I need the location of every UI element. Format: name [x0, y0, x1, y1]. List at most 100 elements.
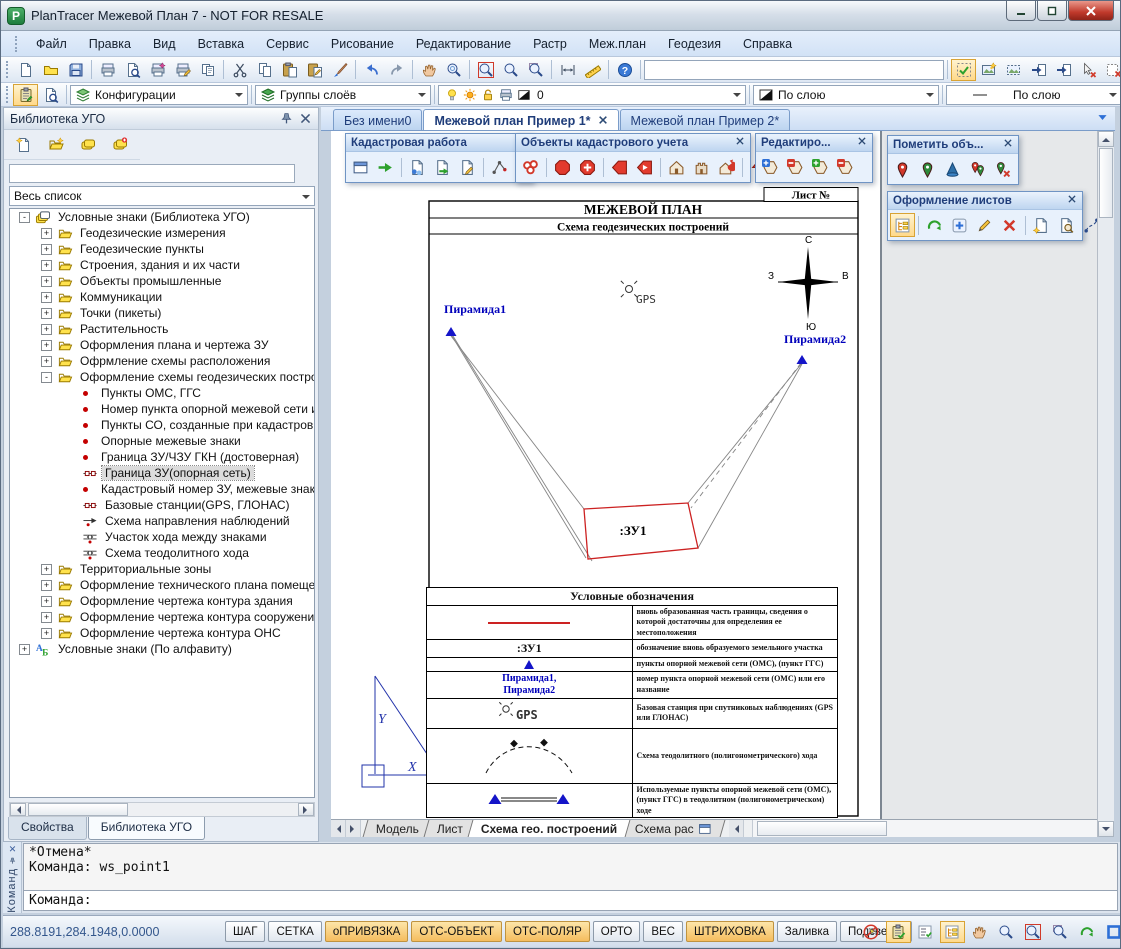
- tree-expander[interactable]: +: [41, 292, 52, 303]
- sheet-add-button[interactable]: [947, 213, 972, 237]
- document-tab[interactable]: Межевой план Пример 1*: [423, 109, 618, 130]
- pin-icon[interactable]: [7, 857, 18, 865]
- construction-button[interactable]: [689, 155, 714, 179]
- document-tab[interactable]: Межевой план Пример 2*: [620, 109, 791, 130]
- menu-item-файл[interactable]: Файл: [25, 32, 78, 56]
- layout-scroll-left-2[interactable]: [729, 820, 744, 837]
- layout-tab[interactable]: Модель: [363, 820, 433, 837]
- toggle-заливка[interactable]: Заливка: [777, 921, 837, 942]
- tree-item[interactable]: +АБУсловные знаки (По алфавиту): [10, 641, 314, 657]
- work-export-button[interactable]: [430, 155, 455, 179]
- tree-item[interactable]: Номер пункта опорной межевой сети или ег: [10, 401, 314, 417]
- menu-item-растр[interactable]: Растр: [522, 32, 578, 56]
- sheets-refresh-button[interactable]: [922, 213, 947, 237]
- parcel-group-button[interactable]: [518, 155, 543, 179]
- tree-item[interactable]: Пункты ОМС, ГГС: [10, 385, 314, 401]
- work-properties-button[interactable]: [405, 155, 430, 179]
- properties-list-button[interactable]: [913, 921, 938, 943]
- tree-expander[interactable]: +: [41, 324, 52, 335]
- building-button[interactable]: [664, 155, 689, 179]
- menu-item-справка[interactable]: Справка: [732, 32, 803, 56]
- cursor-tracking-off-button[interactable]: [859, 921, 884, 943]
- tree-item[interactable]: +Офрмление схемы расположения: [10, 353, 314, 369]
- layout-tab[interactable]: Схема рас: [622, 820, 726, 837]
- parcel-button[interactable]: [550, 155, 575, 179]
- tree-item[interactable]: Граница ЗУ/ЧЗУ ГКН (достоверная): [10, 449, 314, 465]
- tree-item[interactable]: Граница ЗУ(опорная сеть): [10, 465, 314, 481]
- zoom-window-button[interactable]: [473, 59, 498, 81]
- sheet-delete-button[interactable]: [997, 213, 1022, 237]
- tree-item[interactable]: +Оформление чертежа контура сооружения: [10, 609, 314, 625]
- scroll-right-button[interactable]: [298, 803, 314, 816]
- building-convert-button[interactable]: [714, 155, 739, 179]
- copy-symbols-button[interactable]: [76, 135, 100, 155]
- color-dropdown[interactable]: По слою: [753, 85, 939, 105]
- new-document-button[interactable]: [13, 59, 38, 81]
- tree-expander[interactable]: +: [41, 596, 52, 607]
- sheets-manager-button[interactable]: [890, 213, 915, 237]
- publish-button[interactable]: [145, 59, 170, 81]
- paste-button[interactable]: [277, 59, 302, 81]
- panel-tab-inactive[interactable]: Свойства: [8, 817, 87, 840]
- copy-button[interactable]: [252, 59, 277, 81]
- tree-expander[interactable]: +: [41, 228, 52, 239]
- menu-item-меж.план[interactable]: Меж.план: [578, 32, 657, 56]
- vertical-scrollbar[interactable]: [1097, 131, 1114, 837]
- configurations-dropdown[interactable]: Конфигурации: [70, 85, 248, 105]
- tree-item[interactable]: Участок хода между знаками: [10, 529, 314, 545]
- close-icon[interactable]: [995, 138, 1013, 151]
- tree-item[interactable]: +Оформление чертежа контура ОНС: [10, 625, 314, 641]
- detach-selection-button[interactable]: [1076, 59, 1101, 81]
- toggle-орто[interactable]: ОРТО: [593, 921, 641, 942]
- dimension-path-button[interactable]: [1079, 213, 1097, 237]
- tree-item[interactable]: +Объекты промышленные: [10, 273, 314, 289]
- toggle-штриховка[interactable]: ШТРИХОВКА: [686, 921, 774, 942]
- tree-item[interactable]: +Территориальные зоны: [10, 561, 314, 577]
- menu-item-редактирование[interactable]: Редактирование: [405, 32, 522, 56]
- tree-item[interactable]: +Геодезические пункты: [10, 241, 314, 257]
- paste-special-button[interactable]: [302, 59, 327, 81]
- menu-item-сервис[interactable]: Сервис: [255, 32, 320, 56]
- toggle-сетка[interactable]: СЕТКА: [268, 921, 321, 942]
- quick-command-input[interactable]: [644, 60, 944, 80]
- sheet-edit-button[interactable]: [972, 213, 997, 237]
- layout-scroll-left[interactable]: [331, 820, 346, 837]
- panel-tab-active[interactable]: Библиотека УГО: [88, 817, 205, 840]
- layer-lock-button[interactable]: [479, 86, 497, 104]
- layer-color-button[interactable]: [515, 86, 533, 104]
- menu-item-рисование[interactable]: Рисование: [320, 32, 405, 56]
- scroll-down-button[interactable]: [1098, 821, 1114, 837]
- tree-expander[interactable]: +: [41, 628, 52, 639]
- toggle-отс-объект[interactable]: ОТС-ОБЪЕКТ: [411, 921, 502, 942]
- find-properties-button[interactable]: [38, 84, 63, 106]
- pin-icon[interactable]: [280, 112, 293, 125]
- tree-item[interactable]: Пункты СО, созданные при кадастровых ра: [10, 417, 314, 433]
- tree-expander[interactable]: +: [41, 244, 52, 255]
- mark-pair-button[interactable]: [965, 157, 990, 181]
- layer-freeze-button[interactable]: [461, 86, 479, 104]
- menu-item-правка[interactable]: Правка: [78, 32, 142, 56]
- layer-on-button[interactable]: [443, 86, 461, 104]
- close-icon[interactable]: [7, 845, 18, 853]
- create-symbol-button[interactable]: [12, 135, 36, 155]
- part-add-button[interactable]: [808, 155, 833, 179]
- tree-item[interactable]: +Коммуникации: [10, 289, 314, 305]
- toggle-отс-поляр[interactable]: ОТС-ПОЛЯР: [505, 921, 590, 942]
- layer-state-dropdown[interactable]: 0: [438, 85, 746, 105]
- ruler-button[interactable]: [580, 59, 605, 81]
- tree-expander[interactable]: +: [41, 340, 52, 351]
- parcel-part-button[interactable]: [607, 155, 632, 179]
- tree-expander[interactable]: +: [41, 580, 52, 591]
- scrollbar-thumb[interactable]: [757, 821, 887, 836]
- part-remove-button[interactable]: [833, 155, 858, 179]
- list-mode-dropdown[interactable]: Весь список: [9, 186, 315, 206]
- survey-points-button[interactable]: [487, 155, 512, 179]
- help-button[interactable]: ?: [612, 59, 637, 81]
- command-input[interactable]: Команда:: [23, 891, 1118, 911]
- tree-item[interactable]: -Условные знаки (Библиотека УГО): [10, 209, 314, 225]
- tree-expander[interactable]: -: [41, 372, 52, 383]
- open-work-button[interactable]: [373, 155, 398, 179]
- sheets-tree-button[interactable]: [940, 921, 965, 943]
- layer-groups-dropdown[interactable]: Группы слоёв: [255, 85, 431, 105]
- linetype-dropdown[interactable]: По слою: [946, 85, 1121, 105]
